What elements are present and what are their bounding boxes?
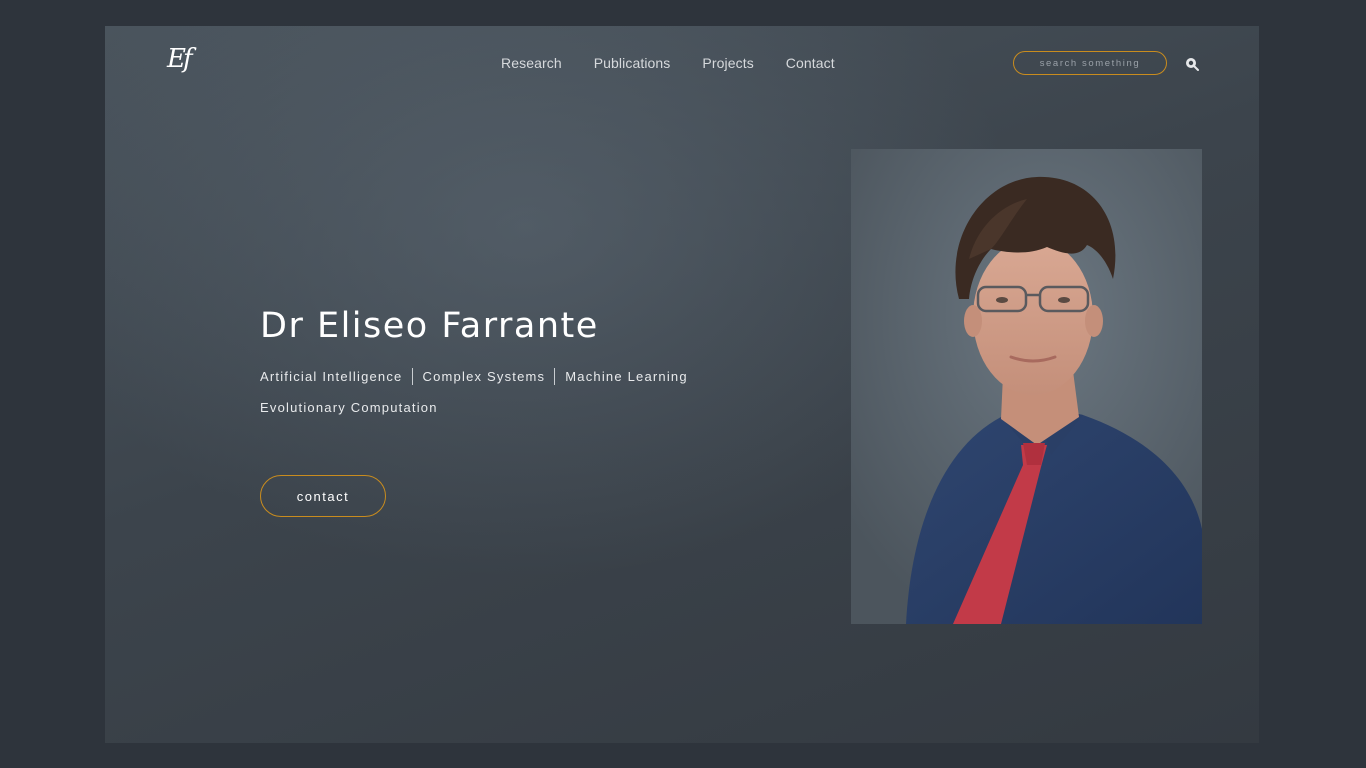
nav-publications-link[interactable]: Publications <box>594 55 671 71</box>
research-tags: Artificial Intelligence Complex Systems … <box>260 368 780 416</box>
portrait-illustration <box>851 149 1202 624</box>
search-box <box>1013 51 1167 75</box>
tag-complex-systems: Complex Systems <box>423 368 556 385</box>
portrait-photo <box>851 149 1202 624</box>
main-nav: Research Publications Projects Contact <box>501 55 835 71</box>
site-logo[interactable]: Ef <box>167 44 193 74</box>
search-input[interactable] <box>1023 56 1157 70</box>
nav-contact-link[interactable]: Contact <box>786 55 835 71</box>
page-frame: Ef Research Publications Projects Contac… <box>105 26 1259 743</box>
tag-evolutionary-computation: Evolutionary Computation <box>260 400 438 415</box>
search-icon[interactable] <box>1185 57 1199 71</box>
tag-artificial-intelligence: Artificial Intelligence <box>260 368 413 385</box>
tag-machine-learning: Machine Learning <box>565 369 688 384</box>
page-title: Dr Eliseo Farrante <box>260 306 599 346</box>
nav-research-link[interactable]: Research <box>501 55 562 71</box>
nav-projects-link[interactable]: Projects <box>702 55 753 71</box>
contact-button[interactable]: contact <box>260 475 386 517</box>
